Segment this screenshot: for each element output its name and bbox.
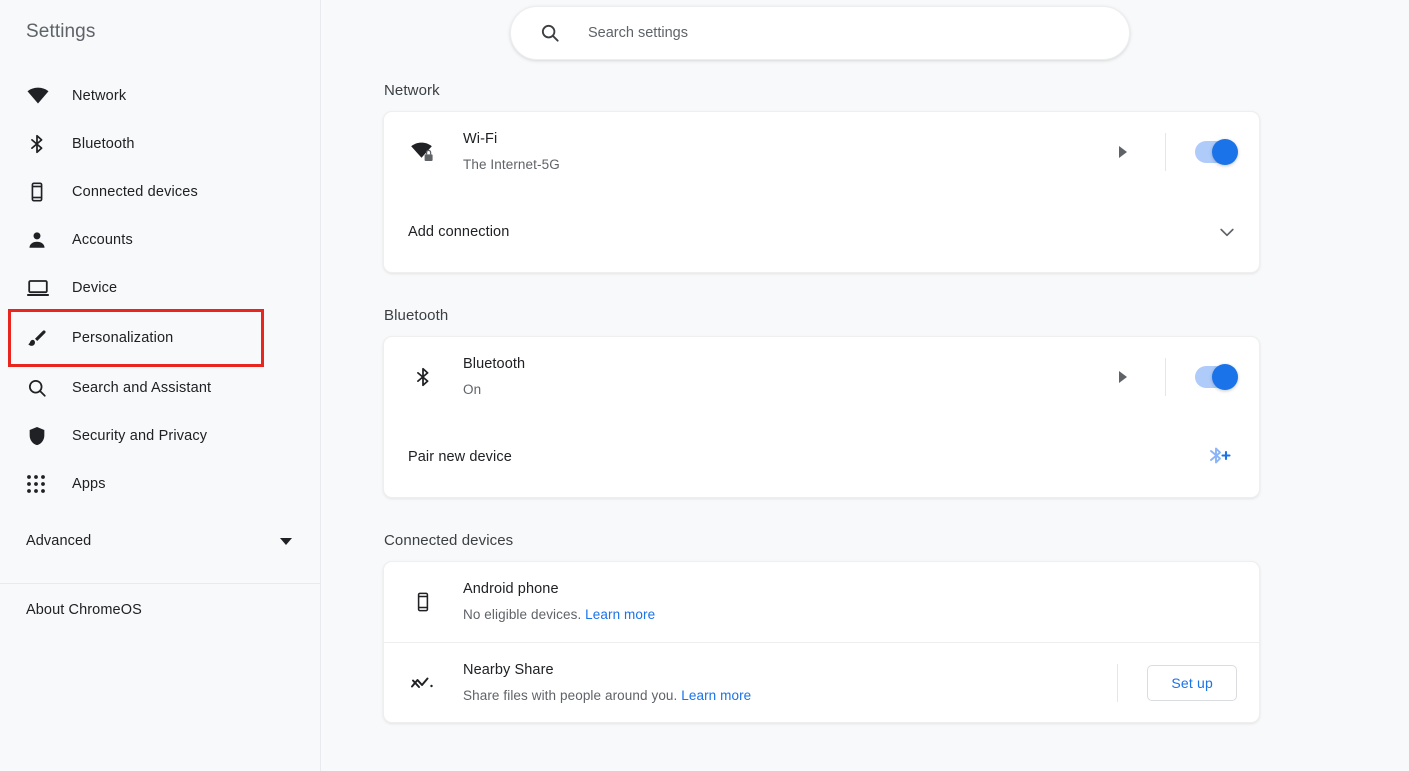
person-icon (26, 228, 52, 252)
chevron-right-icon[interactable] (1119, 371, 1127, 383)
chevron-down-icon (280, 537, 292, 545)
apps-grid-icon (26, 472, 52, 496)
phone-icon (408, 590, 438, 614)
wifi-text: Wi-Fi The Internet-5G (463, 129, 1119, 175)
bluetooth-toggle[interactable] (1195, 364, 1238, 390)
add-connection-label: Add connection (408, 224, 510, 240)
sidebar-item-network[interactable]: Network (0, 72, 320, 120)
section-header: Network (384, 82, 440, 99)
sidebar-item-label: Network (72, 88, 127, 104)
sidebar-item-label: Apps (72, 476, 106, 492)
search-bar[interactable] (510, 6, 1130, 60)
search-bar-container (510, 6, 1130, 60)
android-phone-title: Android phone (463, 581, 559, 597)
settings-sections: Network Wi-Fi The Internet-5G Add connec… (383, 82, 1409, 723)
sidebar-item-personalization[interactable]: Personalization (8, 309, 264, 367)
wifi-subtitle: The Internet-5G (463, 157, 560, 172)
divider (1165, 358, 1166, 396)
shield-icon (26, 424, 52, 448)
add-connection-row[interactable]: Add connection (384, 192, 1259, 272)
pair-new-device-label: Pair new device (408, 449, 512, 465)
sidebar-item-bluetooth[interactable]: Bluetooth (0, 120, 320, 168)
sidebar-item-apps[interactable]: Apps (0, 460, 320, 508)
sidebar-item-accounts[interactable]: Accounts (0, 216, 320, 264)
nearby-share-title: Nearby Share (463, 661, 554, 678)
sidebar-item-connected-devices[interactable]: Connected devices (0, 168, 320, 216)
bluetooth-row[interactable]: Bluetooth On (384, 337, 1259, 417)
sidebar-item-about-chromeos[interactable]: About ChromeOS (0, 584, 320, 636)
sidebar-item-label: Accounts (72, 232, 133, 248)
pair-new-device-row[interactable]: Pair new device (384, 417, 1259, 497)
nearby-share-text: Nearby Share Share files with people aro… (463, 660, 1117, 706)
wifi-controls (1119, 133, 1238, 171)
bluetooth-card: Bluetooth On Pair new device (383, 336, 1260, 498)
sidebar-nav: Network Bluetooth Connected devices Acco… (0, 72, 320, 566)
phone-icon (26, 180, 52, 204)
bluetooth-icon (408, 365, 438, 389)
section-header: Bluetooth (384, 307, 449, 324)
search-icon (539, 22, 561, 44)
search-icon (26, 376, 52, 400)
network-card: Wi-Fi The Internet-5G Add connection (383, 111, 1260, 273)
sidebar-item-security-privacy[interactable]: Security and Privacy (0, 412, 320, 460)
search-input[interactable] (588, 25, 1068, 41)
sidebar-item-label: Device (72, 280, 118, 296)
toggle-knob (1212, 139, 1238, 165)
wifi-row[interactable]: Wi-Fi The Internet-5G (384, 112, 1259, 192)
bluetooth-title: Bluetooth (463, 356, 526, 372)
nearby-share-description: Share files with people around you. (463, 687, 678, 703)
learn-more-link[interactable]: Learn more (585, 607, 655, 622)
bluetooth-text: Bluetooth On (463, 354, 1119, 400)
chevron-down-icon[interactable] (1217, 222, 1237, 242)
toggle-knob (1212, 364, 1238, 390)
main-content: Network Wi-Fi The Internet-5G (321, 0, 1409, 771)
about-label: About ChromeOS (26, 602, 142, 618)
nearby-share-controls: Set up (1117, 663, 1237, 702)
advanced-label: Advanced (26, 533, 92, 549)
bluetooth-controls (1119, 358, 1238, 396)
learn-more-link[interactable]: Learn more (681, 688, 751, 703)
sidebar-item-label: Search and Assistant (72, 380, 212, 396)
android-phone-text: Android phone No eligible devices. Learn… (463, 579, 1237, 625)
sidebar: Settings Network Bluetooth Connected dev… (0, 0, 321, 771)
section-header: Connected devices (384, 532, 514, 549)
sidebar-item-label: Security and Privacy (72, 428, 208, 444)
section-connected-devices: Connected devices Android phone No eligi… (383, 532, 1409, 723)
chevron-right-icon[interactable] (1119, 146, 1127, 158)
android-phone-subtitle: No eligible devices. Learn more (463, 605, 1237, 625)
nearby-share-row[interactable]: Nearby Share Share files with people aro… (384, 642, 1259, 722)
bluetooth-subtitle: On (463, 382, 482, 397)
paintbrush-icon (26, 326, 52, 350)
sidebar-item-label: Bluetooth (72, 136, 135, 152)
wifi-locked-icon (408, 139, 438, 165)
android-phone-status: No eligible devices. (463, 607, 582, 622)
set-up-button[interactable]: Set up (1147, 664, 1237, 701)
wifi-toggle[interactable] (1195, 139, 1238, 165)
bluetooth-add-icon[interactable] (1206, 444, 1232, 470)
nearby-share-icon (408, 671, 438, 695)
sidebar-item-advanced[interactable]: Advanced (0, 516, 320, 566)
sidebar-item-label: Personalization (72, 330, 174, 346)
sidebar-item-search-assistant[interactable]: Search and Assistant (0, 364, 320, 412)
settings-window: Settings Network Bluetooth Connected dev… (0, 0, 1409, 771)
divider (1117, 663, 1119, 702)
connected-devices-card: Android phone No eligible devices. Learn… (383, 561, 1260, 723)
sidebar-item-device[interactable]: Device (0, 264, 320, 312)
wifi-title: Wi-Fi (463, 131, 498, 147)
bluetooth-icon (26, 132, 52, 156)
section-bluetooth: Bluetooth Bluetooth On Pair new device (383, 307, 1409, 498)
divider (1165, 133, 1166, 171)
page-title: Settings (26, 21, 96, 42)
laptop-icon (26, 276, 52, 300)
sidebar-item-label: Connected devices (72, 184, 198, 200)
wifi-icon (26, 84, 52, 108)
nearby-share-subtitle: Share files with people around you. Lear… (463, 686, 1117, 706)
android-phone-row[interactable]: Android phone No eligible devices. Learn… (384, 562, 1259, 642)
section-network: Network Wi-Fi The Internet-5G Add connec… (383, 82, 1409, 273)
